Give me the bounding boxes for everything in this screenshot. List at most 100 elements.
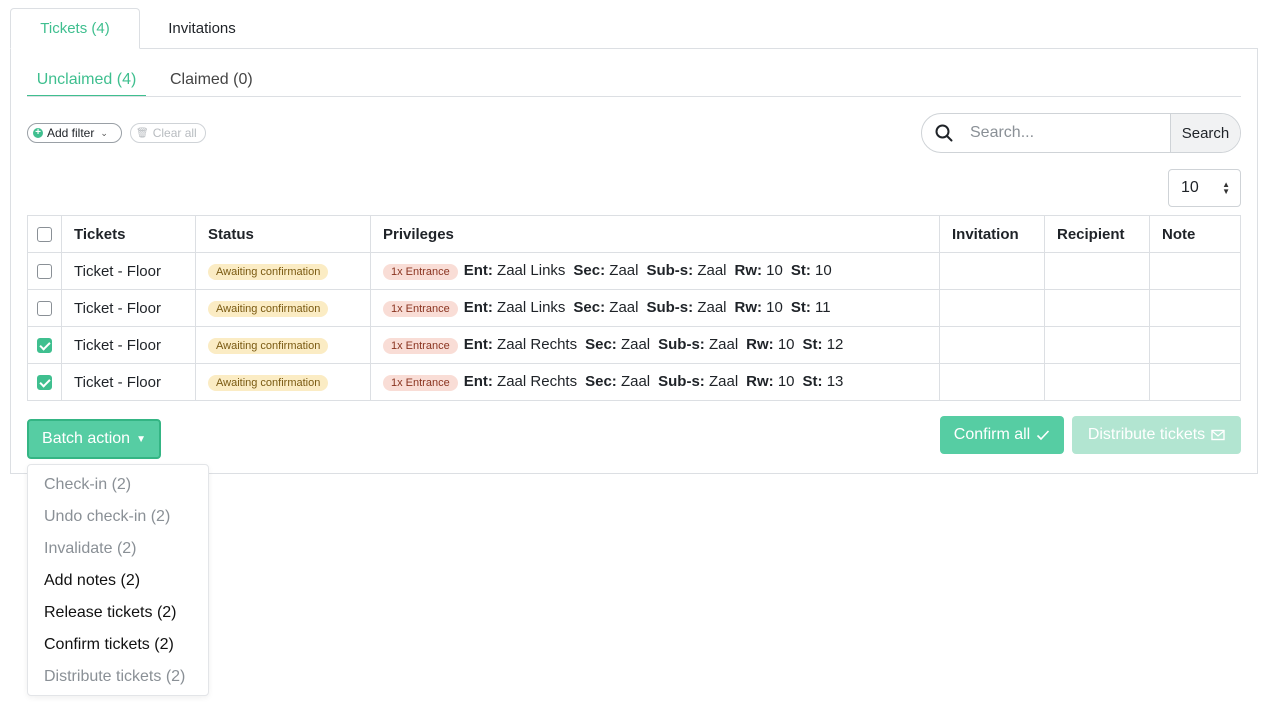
status-cell: Awaiting confirmation xyxy=(195,363,371,401)
st-label: St: xyxy=(802,373,823,390)
trash-icon: 🗑︎ xyxy=(136,127,149,139)
rw-label: Rw: xyxy=(734,299,763,316)
note-cell xyxy=(1149,326,1241,364)
confirm-all-button[interactable]: Confirm all xyxy=(940,416,1064,454)
batch-menu-item[interactable]: Confirm tickets (2) xyxy=(44,629,174,661)
batch-menu-item[interactable]: Release tickets (2) xyxy=(44,597,177,629)
clear-all-button[interactable]: 🗑︎ Clear all xyxy=(130,123,206,143)
table-header-row: Tickets Status Privileges Invitation Rec… xyxy=(27,215,1241,253)
column-header[interactable]: Status xyxy=(195,215,371,253)
subtab-unclaimed[interactable]: Unclaimed (4) xyxy=(27,64,146,97)
sec-label: Sec: xyxy=(585,336,617,353)
row-select-cell xyxy=(27,326,62,364)
st-label: St: xyxy=(790,262,811,279)
subtabs-divider xyxy=(27,96,1241,97)
search-button[interactable]: Search xyxy=(1170,114,1240,152)
privilege-badge: 1x Entrance xyxy=(383,301,458,317)
note-cell xyxy=(1149,363,1241,401)
rw-label: Rw: xyxy=(746,336,774,353)
column-header[interactable]: Tickets xyxy=(61,215,196,253)
ent-label: Ent: xyxy=(463,373,493,390)
ent-value: Zaal Rechts xyxy=(497,336,578,353)
column-header[interactable]: Invitation xyxy=(939,215,1045,253)
ticket-name: Ticket - Floor xyxy=(61,326,196,364)
recipient-cell xyxy=(1044,363,1150,401)
distribute-tickets-label: Distribute tickets xyxy=(1087,426,1206,443)
row-checkbox[interactable] xyxy=(37,301,52,317)
rw-value: 10 xyxy=(777,373,795,390)
note-cell xyxy=(1149,289,1241,327)
subs-label: Sub-s: xyxy=(658,373,705,390)
add-filter-button[interactable]: + Add filter ⌄ xyxy=(27,123,122,143)
subs-label: Sub-s: xyxy=(646,299,694,316)
batch-action-button[interactable]: Batch action ▼ xyxy=(27,419,161,459)
recipient-cell xyxy=(1044,289,1150,327)
check-icon xyxy=(1037,430,1050,441)
batch-menu-item[interactable]: Check-in (2) xyxy=(44,469,131,501)
privilege-badge: 1x Entrance xyxy=(383,375,458,391)
tab-invitations[interactable]: Invitations xyxy=(140,8,264,48)
st-label: St: xyxy=(790,299,811,316)
status-badge: Awaiting confirmation xyxy=(208,375,329,391)
column-header[interactable]: Recipient xyxy=(1044,215,1150,253)
chevron-down-icon: ⌄ xyxy=(100,127,108,138)
batch-menu-item[interactable]: Distribute tickets (2) xyxy=(44,661,185,693)
sec-value: Zaal xyxy=(609,262,639,279)
add-filter-label: Add filter xyxy=(47,126,95,140)
sec-label: Sec: xyxy=(573,262,606,279)
privileges-cell: 1x Entrance Ent: Zaal Rechts Sec: Zaal Sub-… xyxy=(370,326,940,364)
tickets-table: Tickets Status Privileges Invitation Rec… xyxy=(27,215,1241,401)
column-header[interactable]: Note xyxy=(1149,215,1241,253)
row-checkbox[interactable] xyxy=(37,375,52,391)
privilege-badge: 1x Entrance xyxy=(383,264,458,280)
batch-menu-item[interactable]: Undo check-in (2) xyxy=(44,501,170,533)
distribute-tickets-button[interactable]: Distribute tickets xyxy=(1072,416,1241,454)
column-header[interactable]: Privileges xyxy=(370,215,940,253)
page-size-value: 10 xyxy=(1181,179,1199,196)
search-icon xyxy=(922,114,966,152)
privileges-cell: 1x Entrance Ent: Zaal Rechts Sec: Zaal Sub-… xyxy=(370,363,940,401)
table-row[interactable]: Ticket - Floor Awaiting confirmation 1x En… xyxy=(27,363,1241,401)
ticket-name: Ticket - Floor xyxy=(61,289,196,327)
search-input[interactable] xyxy=(966,114,1170,152)
batch-action-menu: Check-in (2) Undo check-in (2) Invalidate … xyxy=(27,464,209,696)
row-checkbox[interactable] xyxy=(37,338,52,354)
select-all-checkbox[interactable] xyxy=(37,227,52,243)
select-all-cell xyxy=(27,215,62,253)
row-select-cell xyxy=(27,252,62,290)
page-size-select[interactable]: 10 ▲ ▼ xyxy=(1168,169,1241,207)
subtab-claimed[interactable]: Claimed (0) xyxy=(170,64,253,96)
ent-value: Zaal Links xyxy=(497,262,566,279)
invitation-cell xyxy=(939,289,1045,327)
rw-label: Rw: xyxy=(734,262,763,279)
status-badge: Awaiting confirmation xyxy=(208,301,329,317)
batch-menu-item[interactable]: Add notes (2) xyxy=(44,565,140,597)
st-value: 10 xyxy=(815,262,832,279)
ent-label: Ent: xyxy=(463,262,493,279)
status-badge: Awaiting confirmation xyxy=(208,338,329,354)
status-cell: Awaiting confirmation xyxy=(195,326,371,364)
st-value: 12 xyxy=(826,336,844,353)
sec-value: Zaal xyxy=(620,336,651,353)
tab-tickets[interactable]: Tickets (4) xyxy=(10,8,140,49)
rw-value: 10 xyxy=(766,299,783,316)
table-row[interactable]: Ticket - Floor Awaiting confirmation 1x En… xyxy=(27,326,1241,364)
table-row[interactable]: Ticket - Floor Awaiting confirmation 1x En… xyxy=(27,252,1241,290)
table-row[interactable]: Ticket - Floor Awaiting confirmation 1x En… xyxy=(27,289,1241,327)
note-cell xyxy=(1149,252,1241,290)
row-checkbox[interactable] xyxy=(37,264,52,280)
st-value: 13 xyxy=(826,373,844,390)
envelope-icon xyxy=(1211,429,1225,441)
batch-menu-item[interactable]: Invalidate (2) xyxy=(44,533,137,565)
privileges-cell: 1x Entrance Ent: Zaal Links Sec: Zaal Sub-s… xyxy=(370,252,940,290)
ent-label: Ent: xyxy=(463,336,493,353)
sec-value: Zaal xyxy=(620,373,651,390)
status-badge: Awaiting confirmation xyxy=(208,264,329,280)
sec-value: Zaal xyxy=(609,299,639,316)
invitation-cell xyxy=(939,363,1045,401)
recipient-cell xyxy=(1044,252,1150,290)
st-label: St: xyxy=(802,336,823,353)
status-cell: Awaiting confirmation xyxy=(195,252,371,290)
privileges-cell: 1x Entrance Ent: Zaal Links Sec: Zaal Sub-s… xyxy=(370,289,940,327)
ent-label: Ent: xyxy=(463,299,493,316)
